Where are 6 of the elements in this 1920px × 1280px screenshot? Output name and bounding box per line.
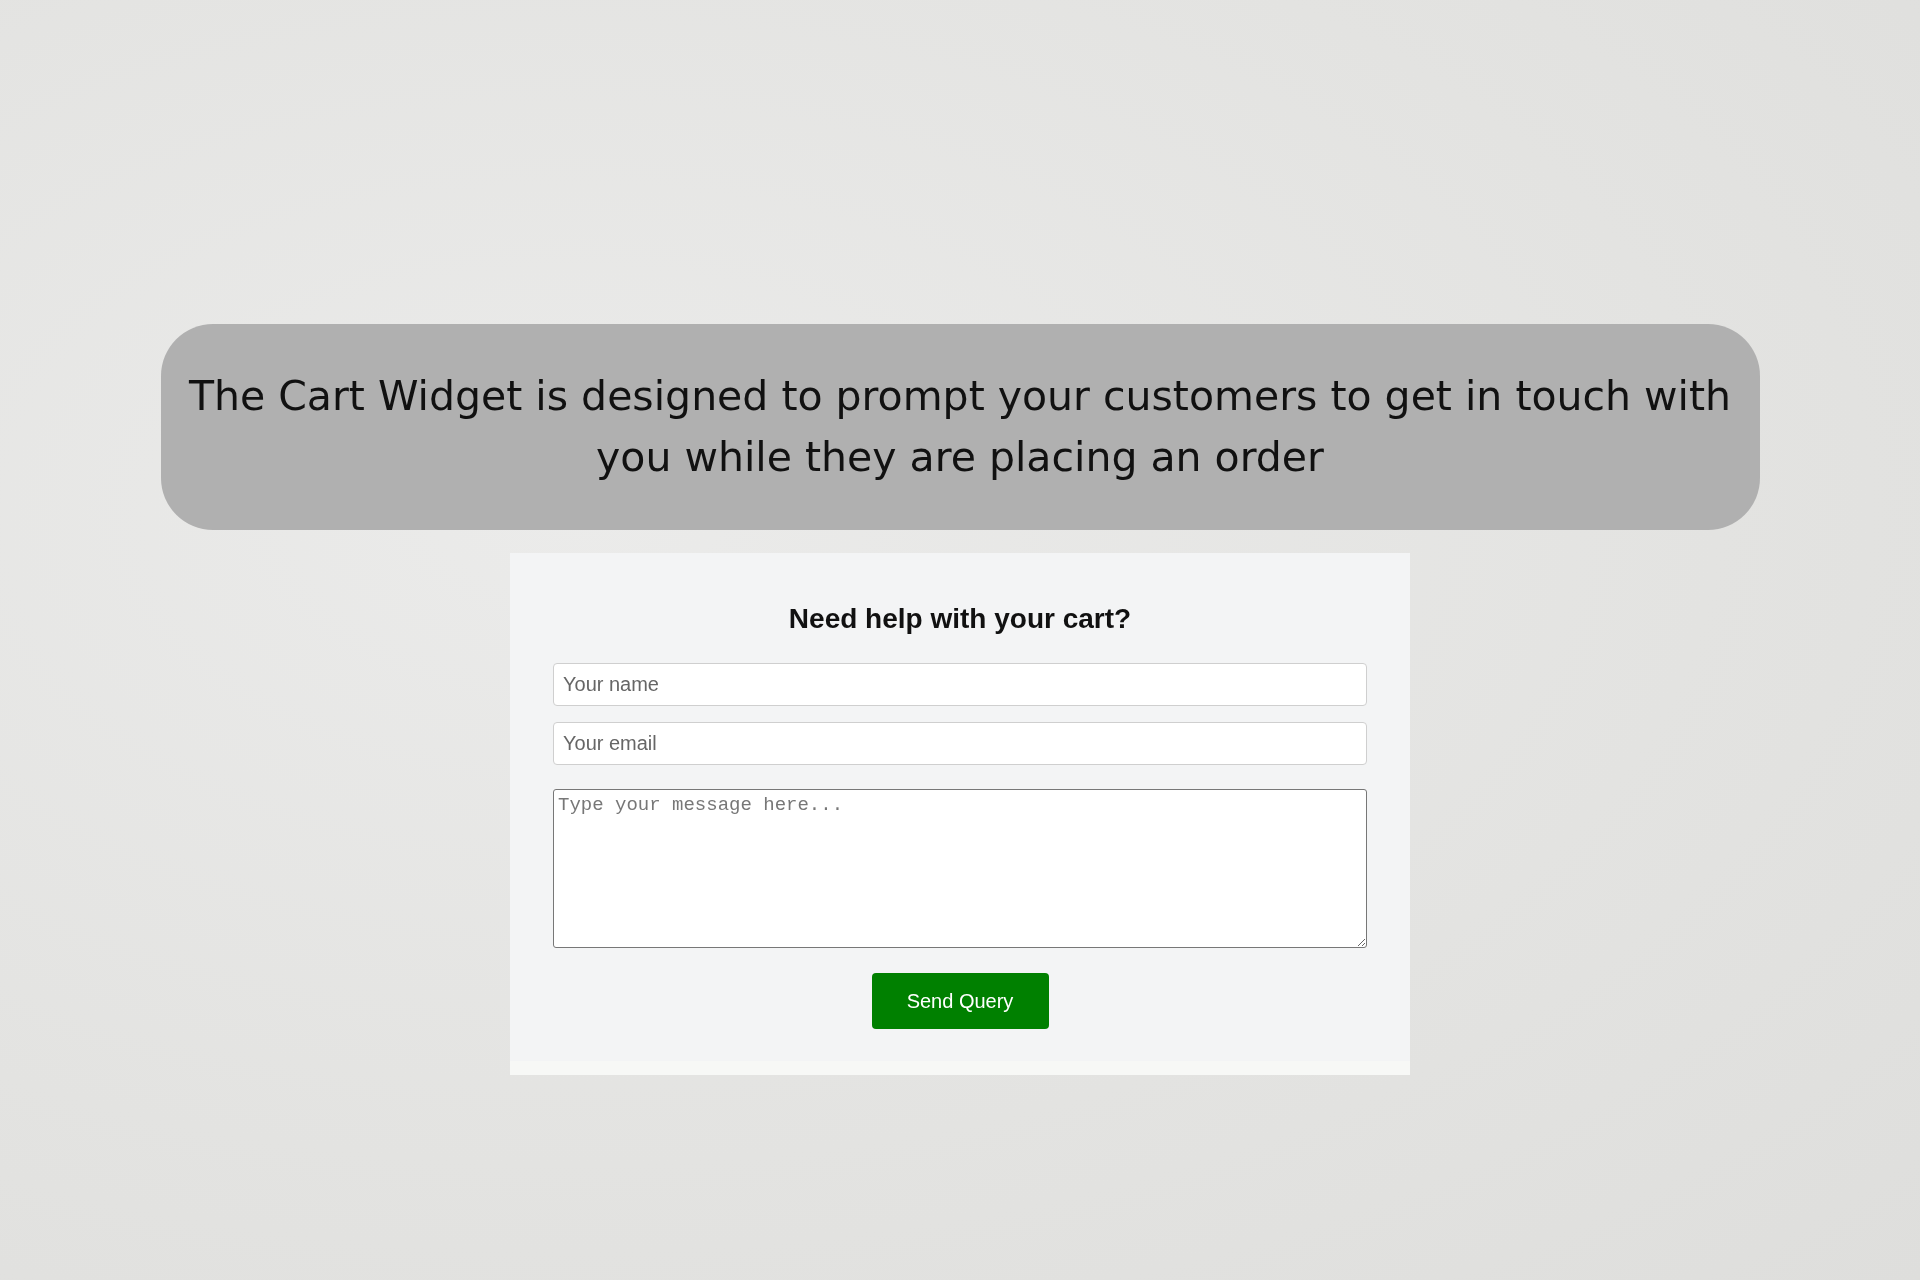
caption-text: The Cart Widget is designed to prompt your customers to get in touch with you while they are placing an order [187, 371, 1733, 483]
text-field[interactable]: Your email [553, 722, 1367, 765]
message-field[interactable]: Type your message here... [553, 789, 1367, 948]
send-button[interactable]: Send Query [871, 973, 1049, 1029]
form-heading: Need help with your cart? [788, 603, 1132, 635]
text-field[interactable]: Your name [553, 663, 1367, 706]
